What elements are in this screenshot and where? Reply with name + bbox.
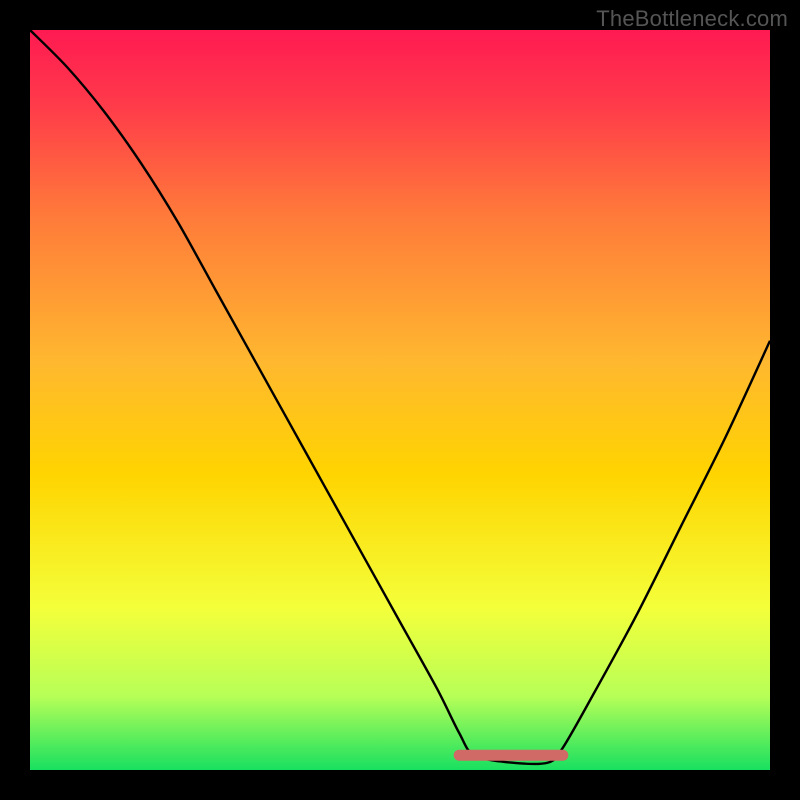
gradient-background [30,30,770,770]
watermark-text: TheBottleneck.com [596,6,788,32]
bottleneck-chart [0,0,800,800]
chart-frame: { "watermark": "TheBottleneck.com", "col… [0,0,800,800]
